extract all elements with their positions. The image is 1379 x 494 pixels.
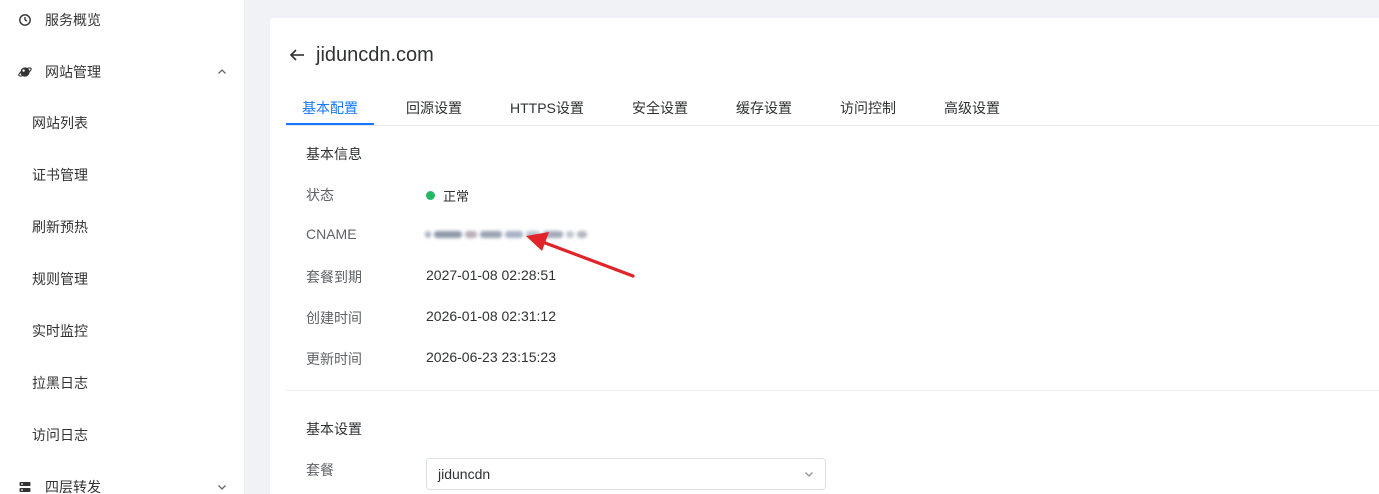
page-header: jiduncdn.com xyxy=(288,40,434,70)
site-detail-card: jiduncdn.com 基本配置 回源设置 HTTPS设置 安全设置 缓存设置… xyxy=(270,18,1379,494)
sidebar-item-label: 规则管理 xyxy=(32,271,88,287)
sidebar-group-label: 网站管理 xyxy=(45,64,101,80)
plan-select[interactable]: jiduncdn xyxy=(426,458,826,490)
created-label: 创建时间 xyxy=(306,310,362,326)
page-title: jiduncdn.com xyxy=(316,43,434,66)
arrow-left-icon[interactable] xyxy=(288,46,306,64)
sidebar-group-label: 四层转发 xyxy=(45,479,101,494)
sidebar-item-label: 刷新预热 xyxy=(32,219,88,235)
sidebar-item-refresh-preload[interactable]: 刷新预热 xyxy=(0,207,245,247)
sidebar-item-certificates[interactable]: 证书管理 xyxy=(0,155,245,195)
tab-basic-config[interactable]: 基本配置 xyxy=(302,90,358,126)
status-badge: 正常 xyxy=(426,186,469,205)
sidebar-item-label: 实时监控 xyxy=(32,323,88,339)
sidebar-group-website[interactable]: 网站管理 xyxy=(0,52,245,92)
sidebar-item-block-log[interactable]: 拉黑日志 xyxy=(0,363,245,403)
sidebar-item-label: 拉黑日志 xyxy=(32,375,88,391)
status-dot xyxy=(426,191,435,200)
dashboard-icon xyxy=(19,14,31,26)
settings-tabs: 基本配置 回源设置 HTTPS设置 安全设置 缓存设置 访问控制 高级设置 xyxy=(286,90,1379,126)
sidebar-item-website-list[interactable]: 网站列表 xyxy=(0,103,245,143)
tab-https-settings[interactable]: HTTPS设置 xyxy=(510,90,584,126)
tab-advanced-settings[interactable]: 高级设置 xyxy=(944,90,1000,126)
sidebar-item-label: 证书管理 xyxy=(32,167,88,183)
sidebar: 服务概览 网站管理 网站列表 证书管理 刷新预热 规则管理 实时监控 拉黑日志 … xyxy=(0,0,245,494)
chevron-up-icon xyxy=(218,69,226,74)
sidebar-group-overview[interactable]: 服务概览 xyxy=(0,0,245,40)
updated-value: 2026-06-23 23:15:23 xyxy=(426,349,556,365)
status-text: 正常 xyxy=(443,189,470,204)
updated-label: 更新时间 xyxy=(306,351,362,367)
expiry-value: 2027-01-08 02:28:51 xyxy=(426,267,556,283)
sidebar-item-label: 访问日志 xyxy=(32,427,88,443)
status-label: 状态 xyxy=(306,187,334,203)
sidebar-group-label: 服务概览 xyxy=(45,12,101,28)
section-divider xyxy=(286,390,1379,391)
sidebar-item-rules[interactable]: 规则管理 xyxy=(0,259,245,299)
tab-cache-settings[interactable]: 缓存设置 xyxy=(736,90,792,126)
tab-security-settings[interactable]: 安全设置 xyxy=(632,90,688,126)
active-tab-indicator xyxy=(286,123,374,125)
sidebar-item-realtime-monitor[interactable]: 实时监控 xyxy=(0,311,245,351)
expiry-label: 套餐到期 xyxy=(306,269,362,285)
section-title-basic-info: 基本信息 xyxy=(306,146,362,162)
sidebar-item-access-log[interactable]: 访问日志 xyxy=(0,415,245,455)
layers-icon xyxy=(19,482,31,492)
globe-icon xyxy=(18,67,32,77)
sidebar-item-label: 网站列表 xyxy=(32,115,88,131)
chevron-down-icon xyxy=(805,472,813,477)
cname-label: CNAME xyxy=(306,226,357,242)
tab-access-control[interactable]: 访问控制 xyxy=(840,90,896,126)
chevron-down-icon xyxy=(218,485,226,490)
created-value: 2026-01-08 02:31:12 xyxy=(426,308,556,324)
cname-value-redacted xyxy=(425,228,605,240)
sidebar-group-layer4[interactable]: 四层转发 xyxy=(0,467,245,494)
plan-label: 套餐 xyxy=(306,462,334,478)
tab-origin-settings[interactable]: 回源设置 xyxy=(406,90,462,126)
plan-select-value: jiduncdn xyxy=(438,466,491,482)
section-title-basic-settings: 基本设置 xyxy=(306,421,362,437)
